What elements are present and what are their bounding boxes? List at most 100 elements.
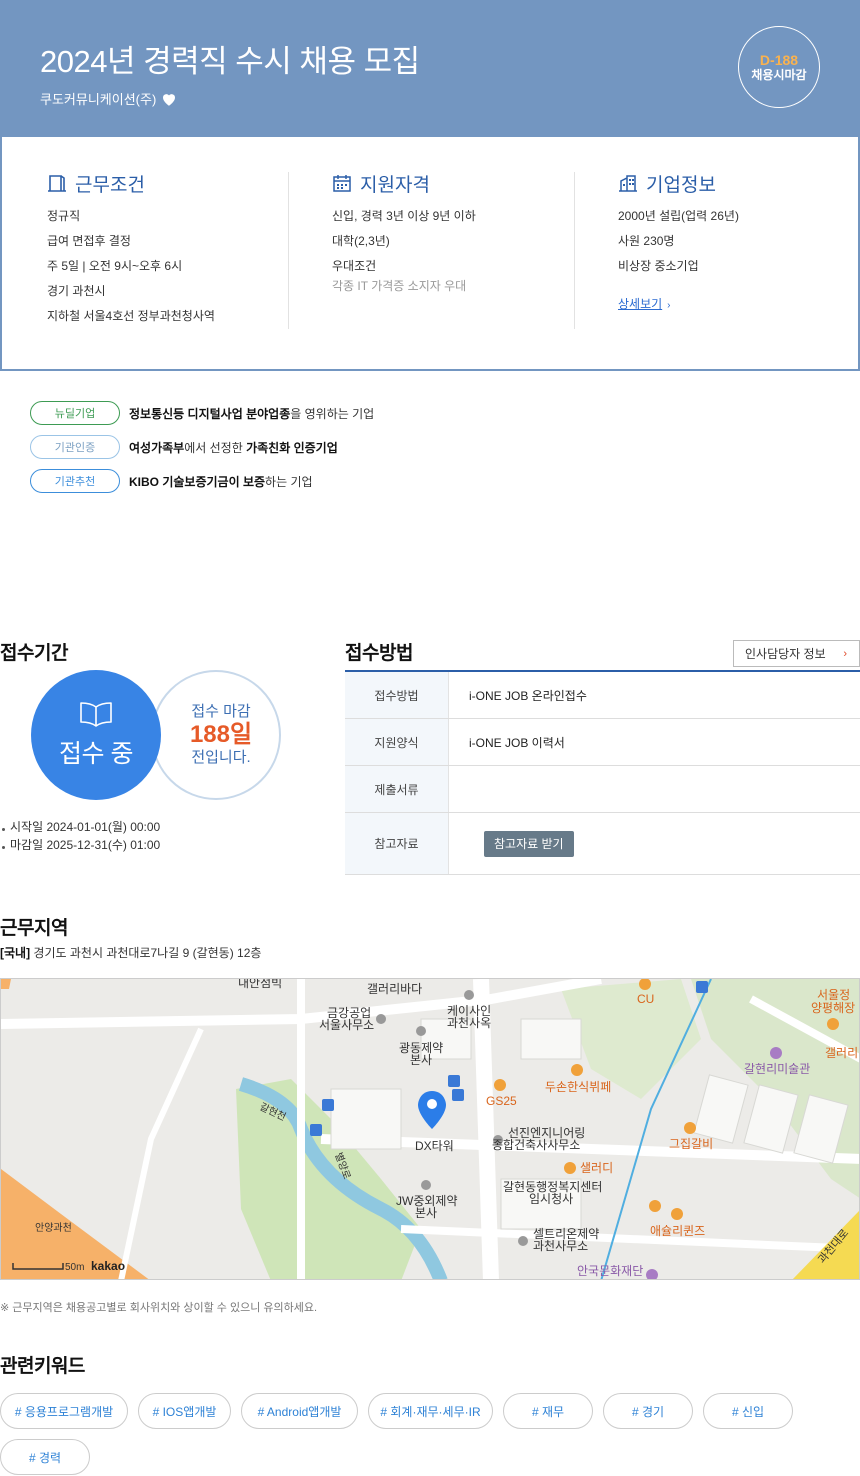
map-label: 갤러리 — [825, 1046, 858, 1060]
map-label: 안국문화재단 — [577, 1264, 643, 1278]
map-label: 임시청사 — [529, 1192, 573, 1206]
keyword-tag[interactable]: # 신입 — [703, 1393, 793, 1429]
badge-recommended[interactable]: 기관추천 — [30, 469, 120, 493]
deadline-suffix: 전입니다. — [191, 749, 251, 766]
badge-mid: 에서 선정한 — [184, 440, 247, 455]
map-label: 과천사무소 — [533, 1238, 588, 1253]
hr-contact-button[interactable]: 인사담당자 정보 › — [733, 640, 860, 667]
company-info-line: 사원 230명 — [618, 234, 675, 248]
work-conditions: 근무조건 정규직 급여 면접후 결정 주 5일 | 오전 9시~오후 6시 경기… — [47, 172, 287, 329]
company-info-title: 기업정보 — [646, 174, 716, 196]
row-key: 접수방법 — [345, 672, 449, 718]
location-title: 근무지역 — [0, 918, 68, 939]
address: [국내] 경기도 과천시 과천대로7나길 9 (갈현동) 12층 — [0, 944, 261, 961]
row-key: 참고자료 — [345, 813, 449, 874]
chevron-right-icon: › — [667, 300, 671, 311]
address-tag: [국내] — [0, 946, 31, 960]
map-label: 내안점빅 — [238, 979, 282, 990]
badge-description: KIBO 기술보증기금이 보증하는 기업 — [129, 473, 313, 490]
badge-certified[interactable]: 기관인증 — [30, 435, 120, 459]
table-row: 참고자료 참고자료 받기 — [345, 813, 860, 875]
row-key: 제출서류 — [345, 766, 449, 812]
map-label: 갈현리미술관 — [744, 1062, 810, 1076]
job-header: 2024년 경력직 수시 채용 모집 쿠도커뮤니케이션(주) D-188 채용시… — [0, 0, 860, 137]
period-title: 접수기간 — [0, 643, 68, 664]
map-label: 서울정 — [817, 988, 850, 1002]
map-label: 애슐리퀸즈 — [650, 1224, 705, 1238]
keyword-tag[interactable]: # Android앱개발 — [241, 1393, 358, 1429]
qualifications: 지원자격 신입, 경력 3년 이상 9년 이하 대학(2,3년) 우대조건 각종… — [332, 172, 572, 329]
row-key: 지원양식 — [345, 719, 449, 765]
deadline-circle: 접수 마감 188일 전입니다. — [151, 670, 281, 800]
company-name[interactable]: 쿠도커뮤니케이션(주) — [40, 89, 156, 108]
map-label: 갤러리바다 — [367, 982, 422, 996]
kakao-logo: kakao — [91, 1259, 125, 1273]
keyword-tag[interactable]: # 경기 — [603, 1393, 693, 1429]
badge-row: 기관추천 KIBO 기술보증기금이 보증하는 기업 — [30, 469, 374, 493]
company-info: 기업정보 2000년 설립(업력 26년) 사원 230명 비상장 중소기업 상… — [618, 172, 858, 329]
chevron-right-icon: › — [843, 647, 847, 660]
map-label: 종합건축사사무소 — [492, 1138, 580, 1152]
badge-row: 뉴딜기업 정보통신등 디지털사업 분야업종을 영위하는 기업 — [30, 401, 374, 425]
map-label: 서울사무소 — [319, 1018, 374, 1032]
table-row: 접수방법 i-ONE JOB 온라인접수 — [345, 672, 860, 719]
qualification-line: 대학(2,3년) — [332, 234, 390, 248]
badge-rest: 을 영위하는 기업 — [290, 406, 375, 421]
badge-row: 기관인증 여성가족부에서 선정한 가족친화 인증기업 — [30, 435, 374, 459]
company-name-row: 쿠도커뮤니케이션(주) — [40, 89, 178, 108]
map-canvas[interactable]: 갤러리바다 내안점빅 금강공업 서울사무소 케이사인 과천사옥 광동제약 본사 … — [1, 979, 860, 1280]
row-value: 참고자료 받기 — [449, 813, 860, 874]
qualifications-title: 지원자격 — [360, 174, 430, 196]
map-label: 샐러디 — [580, 1161, 613, 1175]
location-note: ※ 근무지역은 채용공고별로 회사위치와 상이할 수 있으니 유의하세요. — [0, 1302, 318, 1314]
keywords-title: 관련키워드 — [0, 1356, 85, 1377]
download-reference-button[interactable]: 참고자료 받기 — [484, 830, 574, 857]
company-detail-label: 상세보기 — [618, 297, 663, 311]
map-label: 과천사옥 — [447, 1015, 491, 1030]
badge-strong: 가족친화 인증기업 — [246, 440, 338, 455]
location-map[interactable]: 갤러리바다 내안점빅 금강공업 서울사무소 케이사인 과천사옥 광동제약 본사 … — [0, 978, 860, 1280]
keyword-tag[interactable]: # IOS앱개발 — [138, 1393, 231, 1429]
heart-icon[interactable] — [160, 90, 178, 108]
map-label: 두손한식뷔페 — [545, 1080, 611, 1094]
company-detail-link[interactable]: 상세보기 › — [618, 295, 671, 312]
calendar-icon — [333, 175, 351, 192]
start-date: 시작일 2024-01-01(월) 00:00 — [0, 818, 160, 836]
method-table: 접수방법 i-ONE JOB 온라인접수 지원양식 i-ONE JOB 이력서 … — [345, 670, 860, 875]
status-label: 접수 중 — [59, 740, 133, 768]
keyword-tag[interactable]: # 경력 — [0, 1439, 90, 1475]
certification-badges: 뉴딜기업 정보통신등 디지털사업 분야업종을 영위하는 기업 기관인증 여성가족… — [30, 401, 374, 503]
map-label: GS25 — [486, 1094, 517, 1108]
badge-strong: KIBO 기술보증기금이 보증 — [129, 474, 266, 489]
condition-line: 지하철 서울4호선 정부과천청사역 — [47, 309, 215, 323]
map-label: 본사 — [415, 1206, 437, 1220]
badge-strong: 정보통신등 디지털사업 분야업종 — [129, 406, 291, 421]
door-icon — [48, 175, 66, 192]
map-label: 본사 — [410, 1053, 432, 1067]
company-info-line: 비상장 중소기업 — [618, 259, 699, 273]
dday-label: 채용시마감 — [751, 67, 807, 82]
map-scale: 50m — [65, 1262, 84, 1273]
row-value: i-ONE JOB 온라인접수 — [469, 688, 587, 703]
condition-line: 주 5일 | 오전 9시~오후 6시 — [47, 259, 183, 273]
qualification-line: 신입, 경력 3년 이상 9년 이하 — [332, 209, 476, 223]
building-icon — [619, 175, 637, 192]
badge-strong: 여성가족부 — [129, 440, 185, 455]
column-divider — [574, 172, 575, 329]
badge-rest: 하는 기업 — [265, 474, 313, 489]
status-circle: 접수 중 — [31, 670, 161, 800]
map-label: 안양과천 — [35, 1222, 72, 1234]
map-label: CU — [637, 992, 654, 1006]
work-conditions-title: 근무조건 — [75, 174, 145, 196]
keyword-tag[interactable]: # 재무 — [503, 1393, 593, 1429]
table-row: 제출서류 — [345, 766, 860, 813]
company-info-line: 2000년 설립(업력 26년) — [618, 209, 739, 223]
keyword-tag[interactable]: # 응용프로그램개발 — [0, 1393, 128, 1429]
book-icon — [80, 702, 112, 727]
address-text: 경기도 과천시 과천대로7나길 9 (갈현동) 12층 — [33, 946, 262, 960]
deadline-label: 접수 마감 — [191, 703, 251, 720]
qualification-line: 우대조건 — [332, 259, 377, 273]
keyword-tag[interactable]: # 회계·재무·세무·IR — [368, 1393, 493, 1429]
badge-description: 여성가족부에서 선정한 가족친화 인증기업 — [129, 439, 338, 456]
badge-newdeal[interactable]: 뉴딜기업 — [30, 401, 120, 425]
